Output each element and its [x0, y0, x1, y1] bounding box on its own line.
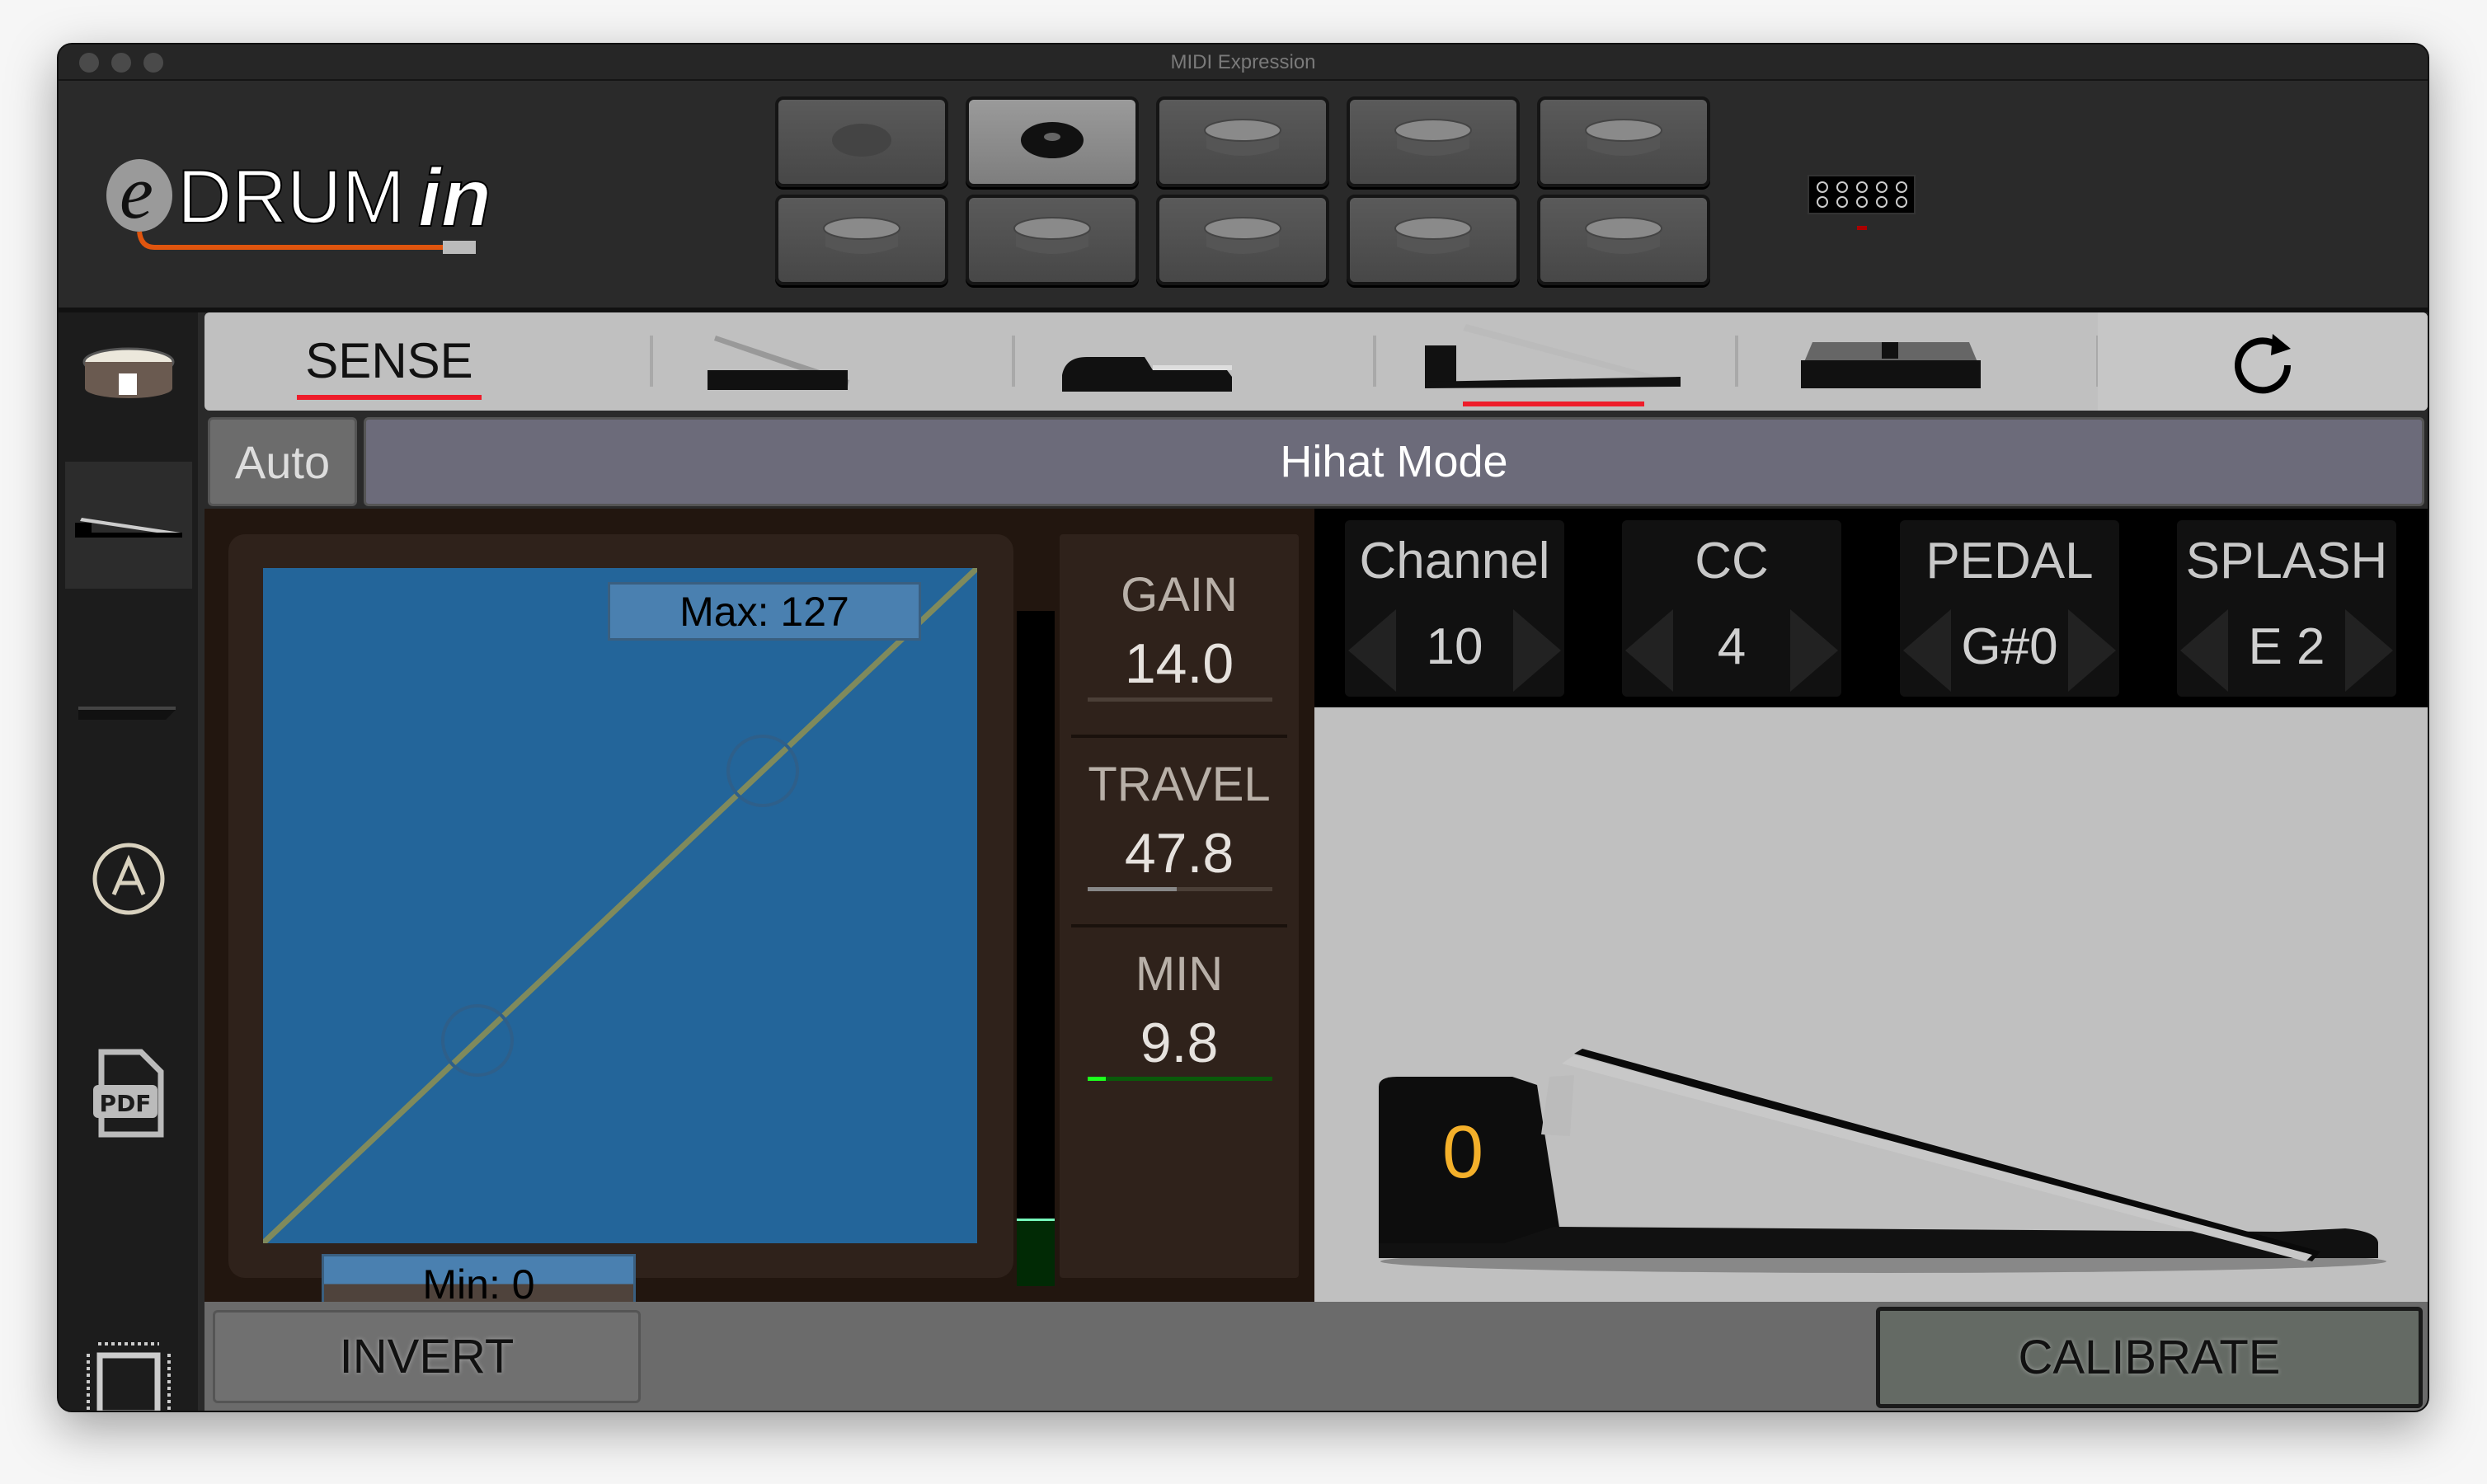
stats-panel: GAIN 14.0 TRAVEL 47.8 MIN 9.8 — [1060, 534, 1299, 1278]
pedal-value: 0 — [1442, 1111, 1483, 1194]
pad-button-3[interactable] — [1156, 96, 1329, 187]
tab-footswitch[interactable] — [1796, 337, 1986, 395]
pdf-icon: PDF — [93, 1049, 164, 1138]
pad-button-10[interactable] — [1537, 195, 1710, 285]
connector-icon — [1808, 175, 1916, 214]
drum-pad-icon — [1201, 214, 1284, 267]
setting-label: Channel — [1359, 533, 1550, 589]
tab-active-underline — [297, 395, 482, 400]
refresh-button[interactable] — [2098, 312, 2428, 411]
svg-text:DRUM: DRUM — [177, 155, 405, 239]
pad-grid — [775, 96, 1732, 303]
pad-button-5[interactable] — [1537, 96, 1710, 187]
tab-hihat-pedal[interactable] — [1417, 321, 1681, 406]
level-meter-fill — [1017, 1219, 1055, 1286]
tab-sustain-pedal[interactable] — [1054, 327, 1252, 397]
drum-pad-icon — [1582, 214, 1665, 267]
pad-button-1[interactable] — [775, 96, 948, 187]
drum-pad-icon — [820, 214, 903, 267]
bottom-bar: INVERT CALIBRATE — [205, 1302, 2428, 1411]
hihat-pedal-icon — [75, 518, 182, 538]
level-meter — [1017, 611, 1055, 1286]
sense-panel: Max: 127 Min: 0 GAIN 14.0 TRAVEL 47.8 MI… — [205, 509, 1314, 1314]
stat-bar — [1088, 887, 1272, 891]
tab-expression-pedal[interactable] — [699, 327, 864, 397]
drum-pad-icon — [1582, 115, 1665, 169]
sidebar-item-flat-pedal[interactable] — [75, 700, 182, 725]
pedal-pad-icon — [1019, 115, 1085, 169]
setting-label: PEDAL — [1925, 533, 2094, 589]
pedal-pad-icon — [829, 115, 895, 169]
drum-icon — [82, 347, 175, 398]
sidebar: PDF — [59, 312, 198, 1411]
window-title: MIDI Expression — [1170, 51, 1316, 73]
refresh-icon — [2235, 334, 2292, 394]
settings-band: Channel 10 CC 4 PEDAL G#0 SPLASH E 2 — [1314, 509, 2428, 707]
setting-channel: Channel 10 — [1345, 520, 1564, 697]
footswitch-icon — [1801, 342, 1981, 388]
svg-text:in: in — [418, 152, 491, 244]
tab-sense-label: SENSE — [305, 333, 473, 388]
sustain-pedal-icon — [1062, 357, 1232, 392]
pad-button-6[interactable] — [775, 195, 948, 285]
max-label[interactable]: Max: 127 — [608, 582, 921, 641]
chip-icon — [87, 1342, 171, 1411]
tab-active-underline — [1463, 402, 1644, 406]
setting-pedal: PEDAL G#0 — [1900, 520, 2119, 697]
drum-pad-icon — [1201, 115, 1284, 169]
flat-pedal-icon — [78, 707, 176, 720]
sidebar-item-drum[interactable] — [82, 344, 176, 410]
svg-text:e: e — [120, 150, 153, 234]
increment-arrow-icon[interactable] — [2068, 609, 2116, 692]
stat-bar — [1088, 697, 1272, 702]
setting-cc: CC 4 — [1622, 520, 1841, 697]
velocity-curve[interactable] — [263, 568, 977, 1243]
sidebar-item-chip[interactable] — [83, 1339, 174, 1411]
pad-button-9[interactable] — [1347, 195, 1520, 285]
pad-button-4[interactable] — [1347, 96, 1520, 187]
increment-arrow-icon[interactable] — [2345, 609, 2393, 692]
sidebar-item-auto[interactable] — [92, 842, 166, 916]
tab-bar: SENSE — [205, 312, 2428, 411]
stat-bar-fill — [1088, 887, 1177, 891]
logo: e DRUM in — [105, 150, 517, 257]
stat-label: GAIN — [1121, 568, 1238, 622]
pad-button-7[interactable] — [966, 195, 1139, 285]
setting-label: SPLASH — [2185, 533, 2388, 589]
calibrate-button[interactable]: CALIBRATE — [1876, 1307, 2423, 1408]
status-led — [1857, 226, 1867, 230]
hihat-pedal-icon — [1425, 324, 1681, 388]
auto-icon — [92, 843, 165, 915]
expression-pedal-icon — [708, 336, 849, 390]
setting-label: CC — [1695, 533, 1769, 589]
invert-button[interactable]: INVERT — [213, 1310, 641, 1403]
title-bar: MIDI Expression — [59, 45, 2428, 81]
mode-title[interactable]: Hihat Mode — [364, 417, 2424, 506]
increment-arrow-icon[interactable] — [1513, 609, 1561, 692]
app-window: MIDI Expression e DRUM in PDF SENSE Auto… — [57, 43, 2429, 1412]
setting-splash: SPLASH E 2 — [2177, 520, 2396, 697]
sidebar-item-hihat-pedal[interactable] — [65, 462, 192, 589]
stat-value[interactable]: 14.0 — [1060, 632, 1299, 696]
stat-bar — [1088, 1077, 1272, 1081]
drum-pad-icon — [1392, 115, 1474, 169]
stat-value[interactable]: 9.8 — [1060, 1011, 1299, 1075]
increment-arrow-icon[interactable] — [1790, 609, 1838, 692]
pedal-display: 0 — [1314, 707, 2428, 1302]
tab-sense[interactable]: SENSE — [297, 312, 482, 411]
sidebar-item-pdf[interactable]: PDF — [92, 1049, 166, 1141]
hihat-pedal-illustration: 0 — [1379, 1049, 2386, 1273]
pad-button-8[interactable] — [1156, 195, 1329, 285]
stat-label: MIN — [1135, 947, 1224, 1001]
svg-text:PDF: PDF — [100, 1090, 152, 1117]
stat-bar-fill — [1088, 1077, 1107, 1081]
auto-button[interactable]: Auto — [208, 417, 357, 506]
pad-button-2[interactable] — [966, 96, 1139, 187]
stat-label: TRAVEL — [1088, 758, 1271, 811]
drum-pad-icon — [1011, 214, 1093, 267]
stat-value[interactable]: 47.8 — [1060, 821, 1299, 885]
drum-pad-icon — [1392, 214, 1474, 267]
